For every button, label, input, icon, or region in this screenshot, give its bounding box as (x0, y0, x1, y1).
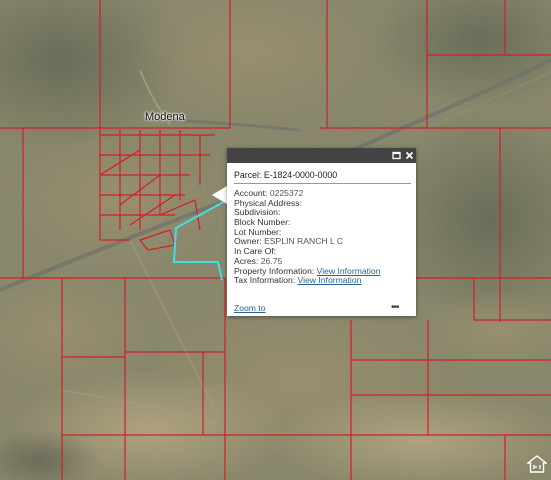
close-icon[interactable] (404, 150, 415, 161)
field-tax-information: Tax Information: View Information (234, 275, 362, 286)
zoom-to-link[interactable]: Zoom to (234, 303, 266, 313)
parcel-info-popup: Parcel: E-1824-0000-0000 Account: 022537… (227, 148, 416, 316)
popup-divider (234, 183, 411, 184)
popup-fields: Account: 0225372 Physical Address: Subdi… (234, 188, 414, 286)
popup-header (227, 148, 416, 163)
watermark-logo (527, 455, 547, 473)
popup-pointer (212, 186, 227, 204)
property-info-link[interactable]: View Information (317, 266, 381, 276)
maximize-icon[interactable] (391, 150, 402, 161)
town-label-modena: Modena (145, 111, 185, 123)
tax-info-link[interactable]: View Information (298, 275, 362, 285)
more-options-icon[interactable]: ••• (391, 302, 399, 313)
popup-title: Parcel: E-1824-0000-0000 (234, 170, 338, 180)
